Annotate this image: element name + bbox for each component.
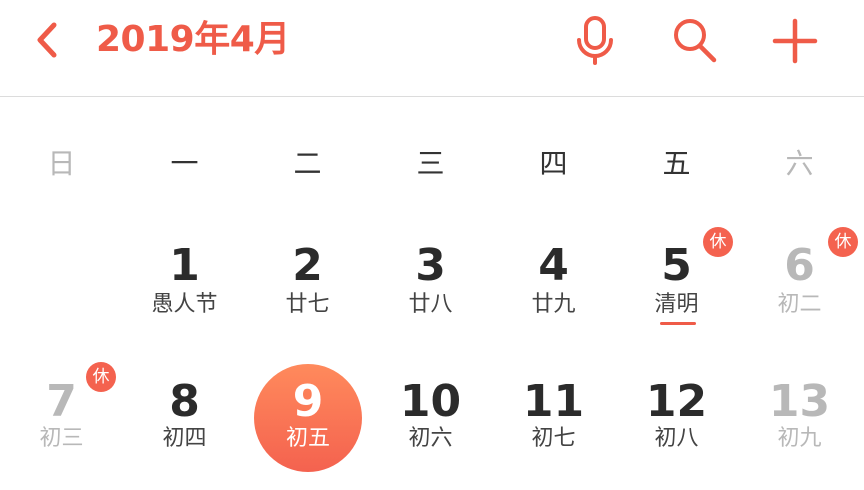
day-number: 2	[292, 240, 323, 291]
day-lunar: 初六	[408, 426, 453, 451]
weekday-thu: 四	[539, 147, 568, 180]
plus-icon[interactable]	[770, 14, 820, 66]
app-header: 2019年4月	[0, 0, 864, 97]
weekday-mon: 一	[170, 147, 199, 180]
day-lunar: 初三	[39, 426, 84, 451]
day-number: 8	[169, 376, 200, 427]
weekday-header: 日 一 二 三 四 五 六	[0, 140, 864, 188]
weekday-tue: 二	[293, 147, 322, 180]
day-number: 4	[538, 240, 569, 291]
day-lunar: 廿九	[531, 292, 576, 317]
month-title[interactable]: 2019年4月	[96, 16, 290, 64]
day-lunar: 愚人节	[151, 292, 218, 317]
weekday-wed: 三	[416, 147, 445, 180]
microphone-icon[interactable]	[570, 14, 620, 66]
day-number: 13	[768, 376, 831, 427]
day-lunar: 初二	[777, 292, 822, 317]
day-lunar: 初八	[654, 426, 699, 451]
today-day-lunar: 初五	[285, 426, 330, 451]
day-lunar: 初七	[531, 426, 576, 451]
day-lunar: 清明	[654, 292, 699, 317]
festival-underline	[660, 322, 696, 325]
today-day-number: 9	[292, 376, 324, 427]
day-number: 12	[645, 376, 708, 427]
holiday-badge: 休	[703, 227, 733, 257]
day-lunar: 初九	[777, 426, 822, 451]
day-lunar: 初四	[162, 426, 207, 451]
back-chevron-icon[interactable]	[30, 20, 66, 60]
day-number: 10	[399, 376, 462, 427]
day-lunar: 廿八	[408, 292, 453, 317]
holiday-badge: 休	[828, 227, 858, 257]
day-number: 1	[169, 240, 200, 291]
weekday-sun: 日	[47, 147, 76, 180]
weekday-fri: 五	[662, 147, 691, 180]
day-number: 3	[415, 240, 446, 291]
holiday-badge: 休	[86, 362, 116, 392]
day-lunar: 廿七	[285, 292, 330, 317]
search-icon[interactable]	[670, 14, 720, 66]
day-number: 11	[522, 376, 585, 427]
weekday-sat: 六	[785, 147, 814, 180]
